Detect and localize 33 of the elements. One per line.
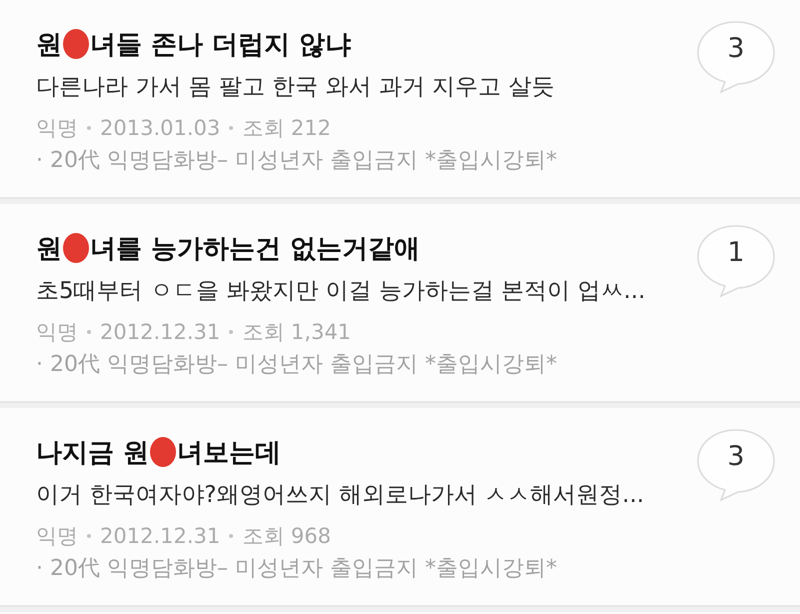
- post-title-text[interactable]: 녀를 능가하는건 없는거같애: [90, 230, 420, 266]
- comment-count-bubble[interactable]: 3: [696, 428, 776, 502]
- post-date: 2012.12.31: [100, 524, 220, 548]
- post-date: 2013.01.03: [100, 116, 220, 140]
- post-title-text[interactable]: 녀들 존나 더럽지 않냐: [90, 26, 352, 62]
- post-views: 조회 1,341: [242, 319, 352, 346]
- board-name: · 20代 익명담화방– 미성년자 출입금지 *출입시강퇴*: [36, 351, 558, 379]
- comment-count-bubble[interactable]: 3: [696, 20, 776, 94]
- separator-dot-icon: [87, 126, 91, 130]
- redaction-blot-icon: [63, 29, 89, 59]
- post-title-text[interactable]: 나지금 원: [36, 434, 150, 470]
- separator-dot-icon: [229, 534, 234, 538]
- post-date: 2012.12.31: [100, 320, 220, 344]
- post-views: 조회 968: [242, 523, 332, 550]
- post-author: 익명: [36, 523, 78, 550]
- comment-count-bubble[interactable]: 1: [696, 224, 776, 298]
- post-title-text[interactable]: 원: [36, 26, 62, 62]
- board-name: · 20代 익명담화방– 미성년자 출입금지 *출입시강퇴*: [36, 555, 558, 583]
- separator-dot-icon: [229, 330, 234, 334]
- post-snippet: 다른나라 가서 몸 팔고 한국 와서 과거 지우고 살듯: [36, 73, 556, 102]
- post-author: 익명: [36, 319, 78, 346]
- separator-dot-icon: [87, 534, 91, 538]
- post-title-text[interactable]: 녀보는데: [177, 434, 282, 470]
- post-snippet: 초5때부터 ㅇㄷ을 봐왔지만 이걸 능가하는걸 본적이 업ㅆ...: [36, 277, 646, 306]
- post-views: 조회 212: [242, 115, 332, 142]
- post-snippet: 이거 한국여자야?왜영어쓰지 해외로나가서 ㅅㅅ해서원정...: [36, 481, 644, 510]
- separator-dot-icon: [229, 126, 234, 130]
- board-name: · 20代 익명담화방– 미성년자 출입금지 *출입시강퇴*: [36, 147, 557, 175]
- redaction-blot-icon: [63, 233, 89, 263]
- post-title-text[interactable]: 원: [36, 230, 62, 266]
- redaction-blot-icon: [150, 437, 176, 467]
- post-author: 익명: [36, 115, 78, 142]
- separator-dot-icon: [87, 330, 91, 334]
